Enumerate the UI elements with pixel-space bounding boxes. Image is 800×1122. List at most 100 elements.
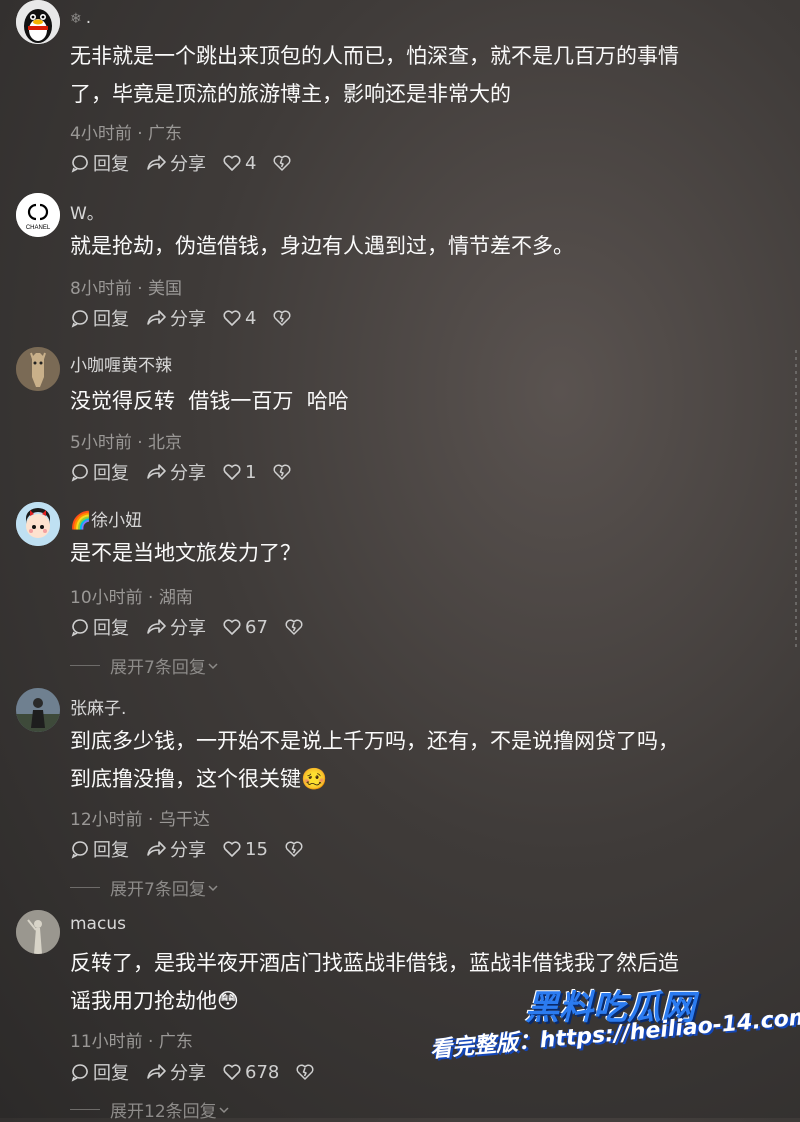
share-button[interactable]: 分享	[145, 614, 206, 640]
divider	[70, 665, 100, 666]
share-button[interactable]: 分享	[145, 305, 206, 331]
avatar[interactable]	[16, 347, 60, 391]
comment-line: 了，毕竟是顶流的旅游博主，影响还是非常大的	[70, 82, 511, 106]
scrollbar[interactable]	[794, 350, 798, 650]
reply-button[interactable]: 回复	[70, 459, 129, 485]
expand-replies-button[interactable]: 展开12条回复	[70, 1097, 231, 1122]
username[interactable]: 小咖喱黄不辣	[70, 351, 172, 376]
share-arrow-icon	[147, 464, 166, 479]
comment-line: 无非就是一个跳出来顶包的人而已，怕深查，就不是几百万的事情	[70, 44, 679, 68]
avatar[interactable]	[16, 688, 60, 732]
username[interactable]: W。	[70, 199, 104, 224]
reply-button[interactable]: 回复	[70, 1059, 129, 1085]
like-button[interactable]: 15	[222, 839, 268, 860]
comment-actions: 回复 分享 4	[70, 305, 311, 331]
comment-bubble-icon	[71, 1064, 88, 1082]
share-arrow-icon	[147, 841, 166, 856]
share-button[interactable]: 分享	[145, 836, 206, 862]
expand-replies-label: 展开12条回复	[110, 1102, 217, 1122]
avatar[interactable]: CHANEL	[16, 193, 60, 237]
share-label: 分享	[170, 154, 206, 175]
heart-icon	[223, 841, 241, 857]
like-button[interactable]: 67	[222, 617, 268, 638]
reply-label: 回复	[93, 309, 129, 330]
expand-replies-button[interactable]: 展开7条回复	[70, 653, 220, 678]
like-button[interactable]: 678	[222, 1062, 279, 1083]
like-count: 4	[245, 152, 257, 174]
dislike-button[interactable]	[284, 839, 307, 859]
heart-icon	[223, 155, 241, 171]
avatar[interactable]	[16, 0, 60, 44]
avatar[interactable]	[16, 910, 60, 954]
like-button[interactable]: 4	[222, 308, 256, 329]
share-button[interactable]: 分享	[145, 150, 206, 176]
expand-replies-label: 展开7条回复	[110, 880, 206, 900]
share-arrow-icon	[147, 310, 166, 325]
share-label: 分享	[170, 840, 206, 861]
comment-bubble-icon	[71, 841, 88, 859]
chevron-down-icon	[208, 662, 218, 669]
heart-icon	[223, 464, 241, 480]
username[interactable]: .	[86, 8, 91, 28]
reply-button[interactable]: 回复	[70, 305, 129, 331]
horse-icon	[16, 347, 60, 391]
comment-line: 没觉得反转 借钱一百万 哈哈	[70, 389, 349, 413]
comment-line: 就是抢劫，伪造借钱，身边有人遇到过，情节差不多。	[70, 234, 574, 258]
comment-actions: 回复 分享 1	[70, 459, 311, 485]
watermark: 黑料吃瓜网 看完整版：https://heiliao-14.com	[429, 980, 800, 1100]
like-count: 1	[245, 461, 257, 483]
broken-heart-icon	[296, 1064, 314, 1080]
chanel-logo-icon: CHANEL	[16, 193, 60, 237]
comment-bubble-icon	[71, 310, 88, 328]
dislike-button[interactable]	[272, 462, 295, 482]
comment-actions: 回复 分享 15	[70, 836, 323, 862]
share-button[interactable]: 分享	[145, 1059, 206, 1085]
share-button[interactable]: 分享	[145, 459, 206, 485]
broken-heart-icon	[273, 310, 291, 326]
reply-button[interactable]: 回复	[70, 150, 129, 176]
reply-label: 回复	[93, 154, 129, 175]
comment-bubble-icon	[71, 155, 88, 173]
reply-button[interactable]: 回复	[70, 614, 129, 640]
chevron-down-icon	[219, 1106, 229, 1113]
broken-heart-icon	[273, 464, 291, 480]
username-decoration-icon: ❄	[70, 11, 82, 27]
like-button[interactable]: 1	[222, 462, 256, 483]
dislike-button[interactable]	[272, 153, 295, 173]
dislike-button[interactable]	[295, 1062, 318, 1082]
comment-text: 是不是当地文旅发力了？	[70, 534, 790, 572]
like-count: 678	[245, 1061, 280, 1083]
comment-text: 无非就是一个跳出来顶包的人而已，怕深查，就不是几百万的事情 了，毕竟是顶流的旅游…	[70, 37, 790, 113]
like-count: 15	[245, 838, 268, 860]
expand-replies-button[interactable]: 展开7条回复	[70, 875, 220, 900]
divider	[70, 887, 100, 888]
person-outdoor-icon	[16, 688, 60, 732]
dislike-button[interactable]	[284, 617, 307, 637]
username[interactable]: 张麻子.	[70, 694, 126, 719]
comment-line: 反转了，是我半夜开酒店门找蓝战非借钱，蓝战非借钱我了然后造	[70, 951, 679, 975]
comment-meta: 4小时前 · 广东	[70, 124, 183, 144]
share-arrow-icon	[147, 155, 166, 170]
broken-heart-icon	[285, 841, 303, 857]
dislike-button[interactable]	[272, 308, 295, 328]
avatar[interactable]	[16, 502, 60, 546]
broken-heart-icon	[273, 155, 291, 171]
share-arrow-icon	[147, 619, 166, 634]
like-count: 4	[245, 307, 257, 329]
heart-icon	[223, 1064, 241, 1080]
comment-bubble-icon	[71, 619, 88, 637]
expand-replies-label: 展开7条回复	[110, 658, 206, 678]
reply-button[interactable]: 回复	[70, 836, 129, 862]
comment-bubble-icon	[71, 464, 88, 482]
reply-label: 回复	[93, 1063, 129, 1084]
like-button[interactable]: 4	[222, 153, 256, 174]
username[interactable]: macus	[70, 914, 126, 934]
comment-meta: 11小时前 · 广东	[70, 1032, 193, 1052]
share-arrow-icon	[147, 1064, 166, 1079]
reply-label: 回复	[93, 618, 129, 639]
heart-icon	[223, 310, 241, 326]
comment-meta: 10小时前 · 湖南	[70, 588, 193, 608]
comment-line: 到底多少钱，一开始不是说上千万吗，还有，不是说撸网贷了吗，	[70, 729, 679, 753]
username[interactable]: 🌈徐小妞	[70, 506, 142, 531]
comment-text: 没觉得反转 借钱一百万 哈哈	[70, 382, 790, 420]
